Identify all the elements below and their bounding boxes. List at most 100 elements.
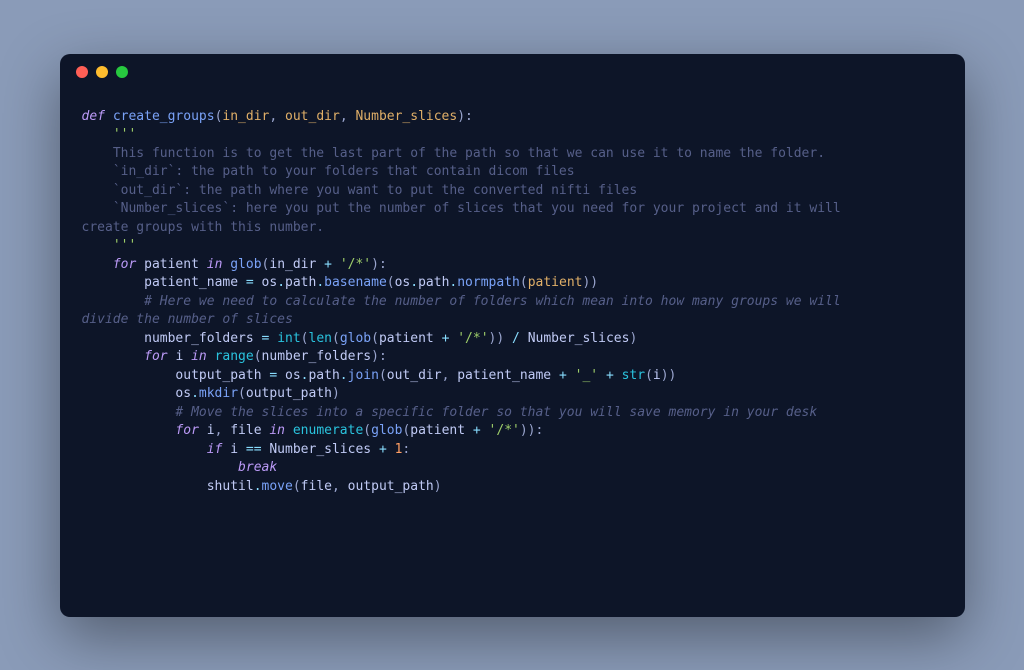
code-window: def create_groups ( in_dir, out_dir, Numbe… <box>60 54 965 617</box>
code-token: patient <box>410 423 465 438</box>
code-token: '/*' <box>457 331 488 346</box>
code-token: path <box>418 275 449 290</box>
code-token: + <box>324 257 332 272</box>
code-line: ''' <box>82 237 943 256</box>
code-token: ( <box>645 368 653 383</box>
code-token: enumerate <box>293 423 363 438</box>
code-token: ( <box>293 479 301 494</box>
code-token <box>277 368 285 383</box>
code-token: '/*' <box>340 257 371 272</box>
code-token: range <box>215 349 254 364</box>
code-token: basename <box>324 275 387 290</box>
code-token: glob <box>230 257 261 272</box>
code-line: # Here we need to calculate the number o… <box>82 293 943 312</box>
code-line: if i == Number_slices + 1: <box>82 441 943 460</box>
code-token: patient <box>144 257 199 272</box>
code-token <box>567 368 575 383</box>
code-line: os.mkdir(output_path) <box>82 385 943 404</box>
code-token: + <box>473 423 481 438</box>
code-token: ) <box>332 386 340 401</box>
code-token: ): <box>371 349 387 364</box>
code-token: . <box>340 368 348 383</box>
code-token <box>238 275 246 290</box>
code-token: glob <box>340 331 371 346</box>
code-token: os <box>175 386 191 401</box>
code-token: number_folders <box>144 331 254 346</box>
code-token: ''' <box>113 127 136 142</box>
code-token: Number_slices <box>269 442 371 457</box>
code-token: , <box>215 423 231 438</box>
code-token: output_path <box>175 368 261 383</box>
code-token: number_folders <box>262 349 372 364</box>
titlebar <box>60 54 965 90</box>
code-token: os <box>395 275 411 290</box>
code-token: . <box>191 386 199 401</box>
code-token: output_path <box>348 479 434 494</box>
code-token: path <box>308 368 339 383</box>
code-token: ) <box>629 331 637 346</box>
code-token: `in_dir`: the path to your folders that … <box>113 164 575 179</box>
code-token: shutil <box>207 479 254 494</box>
code-token: , <box>340 109 356 124</box>
code-token: path <box>285 275 316 290</box>
code-token: if <box>207 442 223 457</box>
code-token: , <box>332 479 348 494</box>
code-token: out_dir <box>285 109 340 124</box>
code-area[interactable]: def create_groups ( in_dir, out_dir, Numbe… <box>60 90 965 515</box>
code-token: in <box>191 349 207 364</box>
code-token <box>598 368 606 383</box>
code-token: ): <box>457 109 473 124</box>
code-token <box>434 331 442 346</box>
code-token: '_' <box>575 368 598 383</box>
code-token: create_groups <box>113 109 215 124</box>
code-token: # Here we need to calculate the number o… <box>144 294 848 309</box>
code-token: glob <box>371 423 402 438</box>
code-token: / <box>512 331 520 346</box>
close-icon[interactable] <box>76 66 88 78</box>
code-line: def create_groups(in_dir, out_dir, Numbe… <box>82 108 943 127</box>
code-token: , <box>442 368 458 383</box>
maximize-icon[interactable] <box>116 66 128 78</box>
code-line: `in_dir`: the path to your folders that … <box>82 163 943 182</box>
code-token: ( <box>363 423 371 438</box>
code-token <box>207 349 215 364</box>
code-token: . <box>316 275 324 290</box>
code-token <box>199 257 207 272</box>
code-token: `out_dir`: the path where you want to pu… <box>113 183 637 198</box>
code-line: `Number_slices`: here you put the number… <box>82 200 943 219</box>
code-token: file <box>230 423 261 438</box>
code-token: join <box>348 368 379 383</box>
code-token: patient_name <box>144 275 238 290</box>
code-token <box>199 423 207 438</box>
code-token: out_dir <box>387 368 442 383</box>
code-token: ( <box>301 331 309 346</box>
code-token: + <box>379 442 387 457</box>
code-token: + <box>559 368 567 383</box>
code-token: ( <box>520 275 528 290</box>
minimize-icon[interactable] <box>96 66 108 78</box>
code-token: in <box>207 257 223 272</box>
code-token <box>504 331 512 346</box>
code-token: move <box>262 479 293 494</box>
code-token: in_dir <box>222 109 269 124</box>
code-token: for <box>175 423 198 438</box>
code-token: mkdir <box>199 386 238 401</box>
code-line: # Move the slices into a specific folder… <box>82 404 943 423</box>
code-token: normpath <box>457 275 520 290</box>
code-token <box>481 423 489 438</box>
code-token: def <box>82 109 105 124</box>
code-token: )) <box>582 275 598 290</box>
code-token <box>254 331 262 346</box>
code-token <box>254 275 262 290</box>
code-token: This function is to get the last part of… <box>113 146 825 161</box>
code-token <box>136 257 144 272</box>
code-line: number_folders = int(len(glob(patient + … <box>82 330 943 349</box>
code-line: `out_dir`: the path where you want to pu… <box>82 182 943 201</box>
code-token: . <box>254 479 262 494</box>
code-token: `Number_slices`: here you put the number… <box>113 201 849 216</box>
code-token: '/*' <box>489 423 520 438</box>
code-token: ( <box>238 386 246 401</box>
code-token: ''' <box>113 238 136 253</box>
code-token: for <box>144 349 167 364</box>
code-token: == <box>246 442 262 457</box>
